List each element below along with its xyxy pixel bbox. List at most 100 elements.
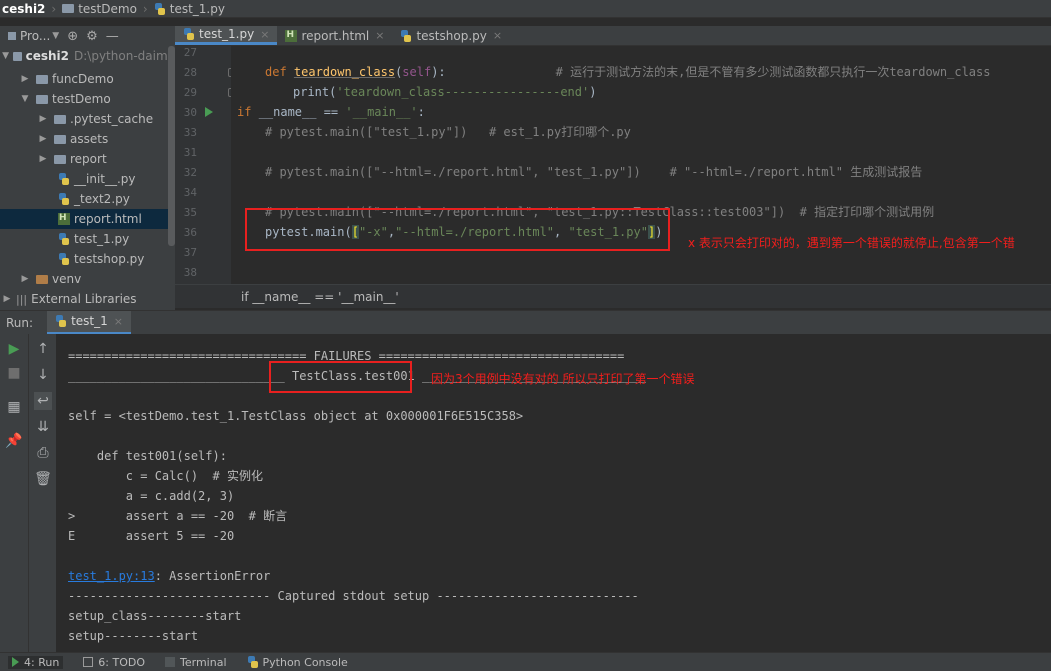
- tab-test1-py[interactable]: test_1.py ×: [175, 26, 278, 45]
- python-console-icon: [247, 656, 259, 668]
- python-file-icon: [183, 28, 195, 40]
- expand-icon[interactable]: ▶: [2, 294, 12, 304]
- soft-wrap-icon[interactable]: ↩: [34, 392, 52, 410]
- html-file-icon: [285, 29, 298, 42]
- tool-window-bar: 4: Run 6: TODO Terminal Python Console: [0, 652, 1051, 671]
- line-number: 35: [183, 206, 197, 219]
- expand-icon[interactable]: ▶: [38, 134, 48, 144]
- tool-window-todo[interactable]: 6: TODO: [83, 656, 145, 669]
- editor-breadcrumb-item[interactable]: if __name__ == '__main__': [241, 290, 399, 304]
- tree-item-report-folder[interactable]: ▶ report: [0, 149, 175, 169]
- tab-run-test1[interactable]: test_1 ×: [47, 310, 131, 335]
- tree-item-assets[interactable]: ▶ assets: [0, 129, 175, 149]
- breadcrumb-folder[interactable]: testDemo: [60, 2, 143, 16]
- tool-window-terminal[interactable]: Terminal: [165, 656, 227, 669]
- folder-icon: [54, 134, 66, 144]
- code-line-28: def teardown_class(self): # 运行于测试方法的末,但是不…: [265, 65, 991, 79]
- rerun-icon[interactable]: ▶: [5, 340, 23, 358]
- python-file-icon: [154, 2, 166, 15]
- line-number: 32: [183, 166, 197, 179]
- python-file-icon: [58, 253, 70, 265]
- console-line: a = c.add(2, 3): [68, 489, 235, 503]
- tab-report-html[interactable]: report.html ×: [277, 26, 392, 45]
- html-file-icon: [58, 213, 70, 225]
- run-panel-header: Run: test_1 ×: [0, 310, 1051, 335]
- trash-icon[interactable]: 🗑: [34, 470, 52, 488]
- run-icon: [12, 657, 19, 667]
- line-number: 33: [183, 126, 197, 139]
- annotation-highlight-box: [245, 208, 670, 251]
- line-number: 28: [183, 66, 197, 79]
- console-line: > assert a == -20 # 断言: [68, 509, 288, 523]
- python-file-icon: [58, 193, 70, 205]
- line-number: 34: [183, 186, 197, 199]
- close-icon[interactable]: ×: [260, 28, 269, 41]
- annotation-note: 因为3个用例中没有对的 所以只打印了第一个错误: [431, 372, 695, 386]
- line-number: 31: [183, 146, 197, 159]
- library-icon: |||: [16, 292, 28, 306]
- breadcrumb-root[interactable]: ceshi2: [0, 2, 51, 16]
- expand-icon[interactable]: ▼: [2, 51, 9, 61]
- hide-panel-icon[interactable]: —: [106, 29, 119, 44]
- tab-testshop-py[interactable]: testshop.py ×: [392, 26, 510, 45]
- line-number: 37: [183, 246, 197, 259]
- run-toolbar-primary: ▶ ■ ▦ 📌: [0, 334, 28, 652]
- tree-item-init-py[interactable]: __init__.py: [0, 169, 175, 189]
- stop-icon[interactable]: ■: [5, 364, 23, 382]
- tree-item-text2-py[interactable]: _text2.py: [0, 189, 175, 209]
- project-view-selector[interactable]: Pro...: [20, 29, 50, 43]
- editor-tab-bar: test_1.py × report.html × testshop.py ×: [175, 26, 1051, 46]
- error-location-link[interactable]: test_1.py:13: [68, 569, 155, 583]
- editor-breadcrumb: if __name__ == '__main__': [175, 284, 1051, 308]
- locate-icon[interactable]: ⊕: [67, 29, 78, 44]
- navigation-breadcrumb: ceshi2 › testDemo › test_1.py: [0, 0, 1051, 18]
- tree-item-pytest-cache[interactable]: ▶ .pytest_cache: [0, 109, 175, 129]
- code-line-31: # pytest.main(["test_1.py"]) # est_1.py打…: [265, 125, 631, 139]
- tree-item-external-libraries[interactable]: ▶ ||| External Libraries: [0, 289, 175, 309]
- print-icon[interactable]: ⎙: [34, 444, 52, 462]
- editor-gutter: 27 28 29 30 31 32 33 34 35 36 37 38: [175, 46, 231, 284]
- console-line: ---------------------------- Captured st…: [68, 589, 639, 603]
- code-line-33: # pytest.main(["--html=./report.html", "…: [265, 165, 923, 179]
- expand-icon[interactable]: ▶: [20, 74, 30, 84]
- down-arrow-icon[interactable]: ↓: [34, 366, 52, 384]
- folder-icon: [62, 4, 75, 13]
- tree-item-testdemo[interactable]: ▼ testDemo: [0, 89, 175, 109]
- project-view-icon: [8, 32, 16, 40]
- layout-icon[interactable]: ▦: [5, 398, 23, 416]
- tool-window-run[interactable]: 4: Run: [8, 655, 64, 669]
- chevron-down-icon[interactable]: ▼: [52, 31, 59, 41]
- python-file-icon: [400, 29, 412, 42]
- expand-icon[interactable]: ▼: [20, 94, 30, 104]
- pin-icon[interactable]: 📌: [5, 432, 23, 450]
- line-number: 30: [183, 106, 197, 119]
- run-label: Run:: [6, 315, 34, 330]
- up-arrow-icon[interactable]: ↑: [34, 340, 52, 358]
- project-scrollbar[interactable]: [168, 46, 175, 246]
- expand-icon[interactable]: ▶: [38, 154, 48, 164]
- close-icon[interactable]: ×: [114, 315, 123, 328]
- python-file-icon: [58, 233, 70, 245]
- console-line: setup_class--------start: [68, 609, 242, 623]
- close-icon[interactable]: ×: [493, 29, 502, 42]
- line-number: 29: [183, 86, 197, 99]
- tool-window-python-console[interactable]: Python Console: [247, 656, 348, 669]
- tree-item-funcdemo[interactable]: ▶ funcDemo: [0, 69, 175, 89]
- tree-item-report-html[interactable]: report.html: [0, 209, 175, 229]
- console-line: self = <testDemo.test_1.TestClass object…: [68, 409, 524, 423]
- breadcrumb-file[interactable]: test_1.py: [152, 2, 231, 16]
- run-toolbar-secondary: ↑ ↓ ↩ ⇊ ⎙ 🗑: [28, 334, 56, 652]
- python-file-icon: [55, 315, 67, 327]
- run-gutter-icon[interactable]: [205, 107, 213, 117]
- tree-item-testshop-py[interactable]: testshop.py: [0, 249, 175, 269]
- python-file-icon: [58, 173, 70, 185]
- tree-item-root[interactable]: ▼ ceshi2 D:\python-daima: [0, 46, 175, 66]
- tree-item-test1-py[interactable]: test_1.py: [0, 229, 175, 249]
- scroll-to-end-icon[interactable]: ⇊: [34, 418, 52, 436]
- close-icon[interactable]: ×: [375, 29, 384, 42]
- tree-item-venv[interactable]: ▶ venv: [0, 269, 175, 289]
- console-line: c = Calc() # 实例化: [68, 469, 263, 483]
- gear-icon[interactable]: ⚙: [86, 29, 98, 44]
- expand-icon[interactable]: ▶: [38, 114, 48, 124]
- expand-icon[interactable]: ▶: [20, 274, 30, 284]
